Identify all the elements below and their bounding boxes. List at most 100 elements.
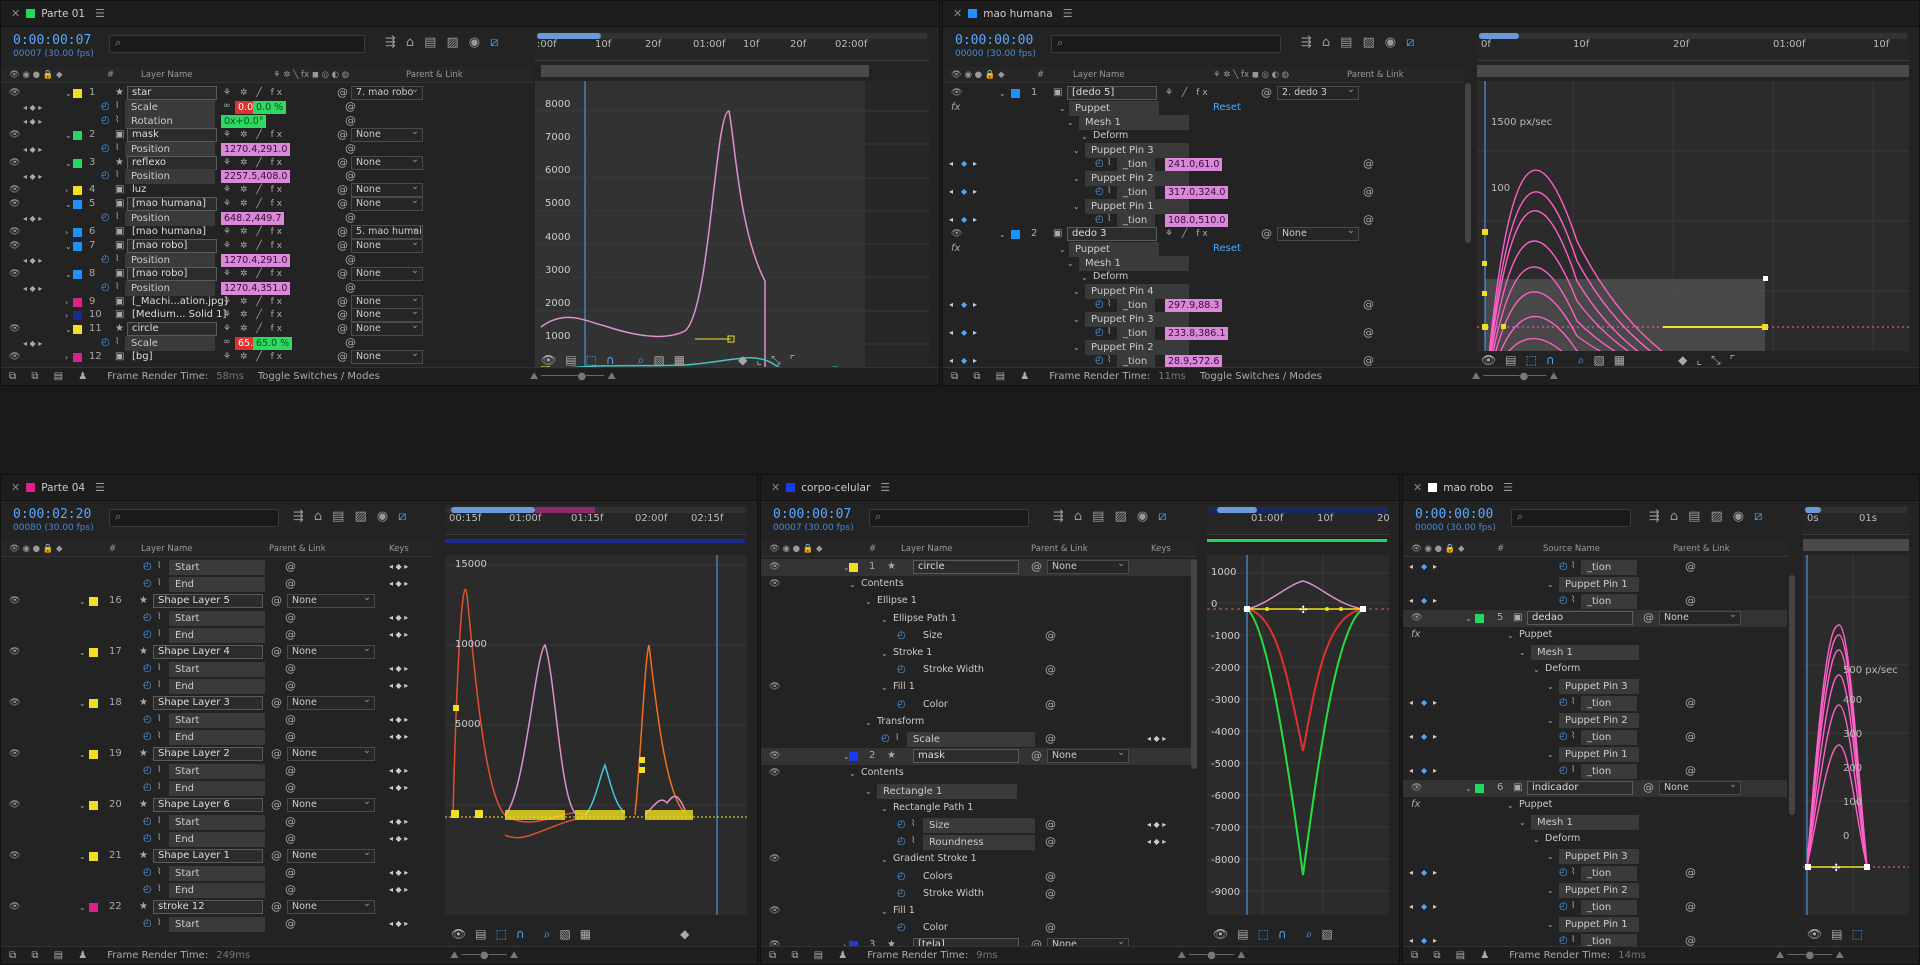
zoom-slider[interactable]: ⛰ ───●─── ⛰ xyxy=(450,950,518,961)
fit-all-icon[interactable]: ▧ xyxy=(559,927,570,942)
timecode[interactable]: 0:00:00:00 xyxy=(1415,507,1493,522)
switches-icons[interactable]: ⚘ ╱ fx xyxy=(1165,88,1211,98)
expression-icon[interactable]: @ xyxy=(285,832,296,845)
close-icon[interactable]: ✕ xyxy=(11,481,20,494)
expression-icon[interactable]: @ xyxy=(1045,921,1056,934)
graph-icon[interactable]: ⌇ xyxy=(115,337,119,347)
fx-icon[interactable]: fx xyxy=(951,102,960,113)
timecode[interactable]: 0:00:02:20 xyxy=(13,507,91,522)
puppet-pin-row[interactable]: ⌄ Puppet Pin 1 xyxy=(1403,916,1787,933)
pick-whip-icon[interactable]: @ xyxy=(337,128,348,141)
keyframe-nav-icon[interactable]: ◂ ◆ ▸ xyxy=(389,715,408,724)
expression-icon[interactable]: @ xyxy=(1685,696,1696,709)
fit-selection-icon[interactable]: ⌕ xyxy=(544,927,551,942)
expand-chevron-icon[interactable]: ⌄ xyxy=(1059,245,1066,254)
property-row[interactable]: ◴ Color @ xyxy=(761,920,1191,937)
pick-whip-icon[interactable]: @ xyxy=(337,183,348,196)
layer-name[interactable]: indicador xyxy=(1527,781,1633,795)
frame-blend-icon[interactable]: ▨ xyxy=(1114,509,1126,524)
stopwatch-icon[interactable]: ◴ xyxy=(101,282,110,293)
property-row[interactable]: ◴ ⌇ Size ◂ ◆ ▸ @ xyxy=(761,817,1191,834)
graph-editor[interactable]: ✣ 1000 0 -1000 -2000 -3000 -4000 -5000 -6000 -70… xyxy=(1207,555,1389,915)
expand-chevron-icon[interactable]: ⌄ xyxy=(1533,835,1540,844)
parent-dropdown[interactable]: None xyxy=(1659,779,1741,795)
switches-icons[interactable]: ⚘ ✲ ╱ fx xyxy=(223,130,285,140)
graph-editor-icon[interactable]: ⧄ xyxy=(398,509,406,524)
work-area-bar[interactable] xyxy=(1477,65,1909,77)
property-row[interactable]: ◴ Color @ xyxy=(761,697,1191,714)
expand-chevron-icon[interactable]: ⌄ xyxy=(79,699,86,708)
expression-icon[interactable]: @ xyxy=(1685,560,1696,573)
expression-icon[interactable]: @ xyxy=(1685,866,1696,879)
keyframe-nav-icon[interactable]: ◂ ◆ ▸ xyxy=(23,117,42,126)
mesh-group-row[interactable]: ⌄ Mesh 1 xyxy=(1403,644,1787,661)
keyframe-nav-icon[interactable]: ◂ xyxy=(1409,732,1413,741)
visibility-icon[interactable]: 👁 xyxy=(9,324,20,334)
shy-icon[interactable]: ▤ xyxy=(332,509,344,524)
motion-blur-icon[interactable]: ◉ xyxy=(1733,509,1744,524)
draft-3d-icon[interactable]: ⌂ xyxy=(1074,509,1082,524)
property-row[interactable]: ◴ ⌇ End @ ◂ ◆ ▸ xyxy=(1,576,433,593)
expression-icon[interactable]: @ xyxy=(1363,185,1374,198)
keyframe-icon[interactable]: ◆ xyxy=(1421,732,1427,741)
expand-chevron-icon[interactable]: ⌄ xyxy=(65,159,72,168)
show-properties-icon[interactable]: 👁 xyxy=(541,353,556,368)
keyframe-nav-icon[interactable]: ◂ ◆ ▸ xyxy=(389,919,408,928)
expand-chevron-icon[interactable]: ⌄ xyxy=(1547,920,1554,929)
layer-row[interactable]: 👁 ⌄ 18 ★ Shape Layer 3 @ None xyxy=(1,694,433,712)
expand-chevron-icon[interactable]: ⌄ xyxy=(1507,631,1514,640)
graph-editor[interactable]: ✣ 500 px/sec 400 300 200 100 0 xyxy=(1803,555,1909,915)
comp-mini-flowchart-icon[interactable]: ⇶ xyxy=(1053,509,1064,524)
visibility-icon[interactable]: 👁 xyxy=(1411,783,1422,793)
keyframe-nav-icon[interactable]: ◂ xyxy=(1409,936,1413,945)
graph-icon[interactable]: ⌇ xyxy=(1107,299,1111,309)
graph-editor[interactable]: 1500 px/sec 100 xyxy=(1477,81,1909,351)
stopwatch-icon[interactable]: ◴ xyxy=(143,833,152,844)
menu-icon[interactable]: ☰ xyxy=(1503,481,1513,494)
layer-row[interactable]: 👁 ⌄ 6 ▣ indicador @ None xyxy=(1403,779,1787,797)
menu-icon[interactable]: ☰ xyxy=(95,7,105,20)
stopwatch-icon[interactable]: ◴ xyxy=(1559,765,1568,776)
switches-icons[interactable]: ⚘ ✲ ╱ fx xyxy=(223,352,285,362)
expression-icon[interactable]: @ xyxy=(345,281,356,294)
expression-icon[interactable]: @ xyxy=(285,611,296,624)
expand-chevron-icon[interactable]: ⌄ xyxy=(881,907,888,916)
show-properties-icon[interactable]: 👁 xyxy=(451,927,466,942)
stopwatch-icon[interactable]: ◴ xyxy=(101,254,110,265)
keyframe-nav-icon[interactable]: ◂ ◆ ▸ xyxy=(1147,820,1166,829)
expand-chevron-icon[interactable]: ⌄ xyxy=(1081,132,1088,141)
pick-whip-icon[interactable]: @ xyxy=(271,696,282,709)
expand-chevron-icon[interactable]: ⌄ xyxy=(79,597,86,606)
shy-icon[interactable]: ▤ xyxy=(424,35,436,50)
stopwatch-icon[interactable]: ◴ xyxy=(143,765,152,776)
frame-blend-icon[interactable]: ▨ xyxy=(1710,509,1722,524)
show-properties-icon[interactable]: 👁 xyxy=(1213,927,1228,942)
graph-icon[interactable]: ⌇ xyxy=(157,714,161,724)
stopwatch-icon[interactable]: ◴ xyxy=(897,836,906,847)
motion-blur-icon[interactable]: ◉ xyxy=(377,509,388,524)
property-row[interactable]: ⌄ Transform xyxy=(761,714,1191,731)
keyframe-icon[interactable]: ◆ xyxy=(1421,902,1427,911)
expand-chevron-icon[interactable]: ⌄ xyxy=(65,325,72,334)
timecode[interactable]: 0:00:00:00 xyxy=(955,33,1033,48)
graph-icon[interactable]: ⌇ xyxy=(115,143,119,153)
expand-chevron-icon[interactable]: ⌄ xyxy=(1507,801,1514,810)
expand-chevron-icon[interactable]: ⌄ xyxy=(881,804,888,813)
graph-editor-icon[interactable]: ⧄ xyxy=(1754,509,1762,524)
mesh-group-row[interactable]: ⌄ Mesh 1 xyxy=(1403,814,1787,831)
keyframe-nav-icon[interactable]: ▸ xyxy=(1433,936,1437,945)
graph-icon[interactable]: ⌇ xyxy=(895,733,899,743)
visibility-icon[interactable]: 👁 xyxy=(9,269,20,279)
reset-link[interactable]: Reset xyxy=(1213,102,1241,113)
label-color-swatch[interactable] xyxy=(73,241,82,251)
comp-mini-flowchart-icon[interactable]: ⇶ xyxy=(293,509,304,524)
menu-icon[interactable]: ☰ xyxy=(880,481,890,494)
expand-chevron-icon[interactable]: ⌄ xyxy=(999,230,1006,239)
parent-dropdown[interactable]: None xyxy=(351,265,423,281)
keyframe-icon[interactable]: ◆ xyxy=(1421,596,1427,605)
zoom-slider[interactable]: ⛰ ──────●─── ⛰ xyxy=(530,371,616,382)
property-row[interactable]: ⌄ Fill 1 👁 xyxy=(761,903,1191,920)
expression-icon[interactable]: @ xyxy=(285,560,296,573)
graph-icon[interactable]: ⌇ xyxy=(1571,867,1575,877)
property-row[interactable]: ◴ Size @ xyxy=(761,628,1191,645)
